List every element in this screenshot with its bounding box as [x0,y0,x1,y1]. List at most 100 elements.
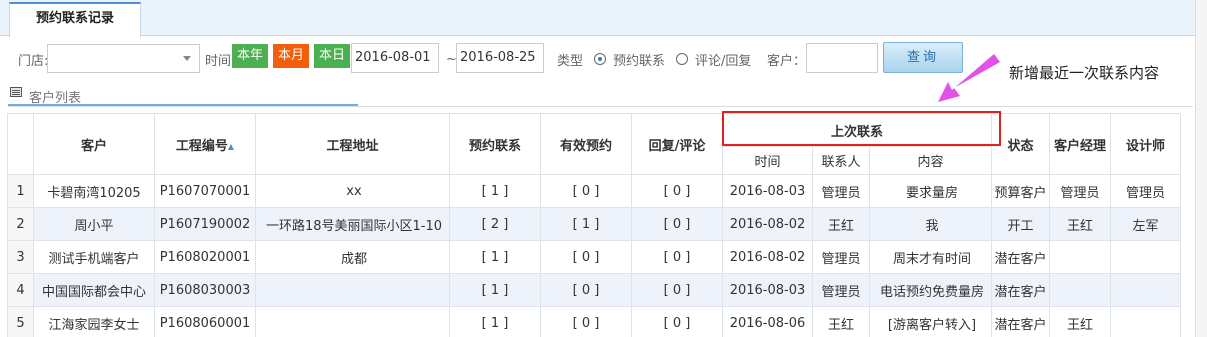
store-select[interactable] [47,44,200,73]
customer-status: 潜在客户 [991,306,1050,337]
customer-link[interactable]: 卡碧南湾10205 [33,174,155,208]
customer-input[interactable] [806,43,878,73]
last-contact-content: 电话预约免费量房 [869,273,992,307]
customer-status: 潜在客户 [991,273,1050,307]
store-label: 门店: [18,54,49,69]
last-contact-time: 2016-08-02 [722,240,813,274]
today-button[interactable]: 本日 [314,44,351,68]
last-contact-time: 2016-08-03 [722,273,813,307]
last-contact-person: 王红 [812,306,870,337]
customer-link[interactable]: 周小平 [33,207,155,241]
table-row[interactable]: 3 测试手机端客户 P1608020001 成都 [ 1 ] [ 0 ] [ 0… [7,240,1181,274]
header-project-no-label: 工程编号 [175,138,228,154]
reply-count-link[interactable]: [ 0 ] [631,273,723,307]
project-no: P1608020001 [154,240,256,274]
radio-reply[interactable] [676,53,688,65]
this-year-button[interactable]: 本年 [232,44,269,68]
reply-count-link[interactable]: [ 0 ] [631,240,723,274]
row-number: 5 [7,306,34,337]
row-number: 4 [7,273,34,307]
project-no: P1607070001 [154,174,256,208]
header-last-person[interactable]: 联系人 [812,146,870,175]
customer-manager: 王红 [1049,207,1111,241]
type-label: 类型 [557,54,584,69]
date-from-input[interactable]: 2016-08-01 [351,43,439,73]
chevron-down-icon[interactable] [183,56,191,61]
this-month-button[interactable]: 本月 [273,44,310,68]
last-contact-person: 管理员 [812,240,870,274]
customer-manager [1049,273,1111,307]
date-to-input[interactable]: 2016-08-25 [456,43,544,73]
tab-bar: 预约联系记录 [0,0,1195,37]
annotation-note: 新增最近一次联系内容 [1009,64,1160,82]
list-icon [10,87,22,97]
header-customer[interactable]: 客户 [33,113,155,175]
radio-booking-label[interactable]: 预约联系 [613,50,665,69]
project-no: P1607190002 [154,207,256,241]
last-contact-content: 我 [869,207,992,241]
last-contact-content: 要求量房 [869,174,992,208]
row-number: 2 [7,207,34,241]
booking-count-link[interactable]: [ 1 ] [449,240,541,274]
reply-count-link[interactable]: [ 0 ] [631,306,723,337]
customer-link[interactable]: 江海家园李女士 [33,306,155,337]
header-designer[interactable]: 设计师 [1110,113,1181,175]
designer: 管理员 [1110,174,1181,208]
booking-count-link[interactable]: [ 1 ] [449,273,541,307]
header-last-content[interactable]: 内容 [869,146,992,175]
customer-status: 预算客户 [991,174,1050,208]
valid-booking-link[interactable]: [ 0 ] [540,174,632,208]
header-valid-booking[interactable]: 有效预约 [540,113,632,175]
project-no: P1608060001 [154,306,256,337]
sort-asc-icon: ▲ [227,141,235,151]
customer-list-caption: 客户列表 [8,86,358,106]
table-row[interactable]: 2 周小平 P1607190002 一环路18号美丽国际小区1-10 [ 2 ]… [7,207,1181,241]
header-booking[interactable]: 预约联系 [449,113,541,175]
valid-booking-link[interactable]: [ 0 ] [540,240,632,274]
reply-count-link[interactable]: [ 0 ] [631,174,723,208]
vertical-scrollbar[interactable] [1195,0,1207,337]
table-row[interactable]: 4 中国国际都会中心 P1608030003 [ 1 ] [ 0 ] [ 0 ]… [7,273,1181,307]
last-contact-person: 管理员 [812,273,870,307]
customer-manager: 管理员 [1049,174,1111,208]
valid-booking-link[interactable]: [ 0 ] [540,306,632,337]
table-row[interactable]: 1 卡碧南湾10205 P1607070001 xx [ 1 ] [ 0 ] [… [7,174,1181,208]
header-reply[interactable]: 回复/评论 [631,113,723,175]
last-contact-time: 2016-08-02 [722,207,813,241]
customer-table: 客户 工程编号▲ 工程地址 预约联系 有效预约 回复/评论 上次联系 状态 客户… [7,113,1181,337]
booking-count-link[interactable]: [ 1 ] [449,306,541,337]
reply-count-link[interactable]: [ 0 ] [631,207,723,241]
last-contact-content: 周末才有时间 [869,240,992,274]
customer-manager: 王红 [1049,306,1111,337]
customer-label: 客户： [767,54,807,69]
valid-booking-link[interactable]: [ 0 ] [540,273,632,307]
customer-manager [1049,240,1111,274]
booking-count-link[interactable]: [ 1 ] [449,174,541,208]
caption-divider [8,106,1193,107]
customer-link[interactable]: 中国国际都会中心 [33,273,155,307]
customer-link[interactable]: 测试手机端客户 [33,240,155,274]
customer-status: 开工 [991,207,1050,241]
valid-booking-link[interactable]: [ 1 ] [540,207,632,241]
header-project-no[interactable]: 工程编号▲ [154,113,256,175]
last-contact-time: 2016-08-03 [722,174,813,208]
customer-list-title: 客户列表 [29,91,82,106]
header-index [7,113,34,175]
header-last-time[interactable]: 时间 [722,146,813,175]
header-address[interactable]: 工程地址 [255,113,450,175]
time-label: 时间 [205,54,232,69]
radio-reply-label[interactable]: 评论/回复 [695,50,751,69]
table-row[interactable]: 5 江海家园李女士 P1608060001 [ 1 ] [ 0 ] [ 0 ] … [7,306,1181,337]
radio-booking[interactable] [594,53,606,65]
project-address [255,306,450,337]
project-address: xx [255,174,450,208]
project-address [255,273,450,307]
last-contact-time: 2016-08-06 [722,306,813,337]
tab-booking-records[interactable]: 预约联系记录 [9,2,141,37]
header-manager[interactable]: 客户经理 [1049,113,1111,175]
designer: 左军 [1110,207,1181,241]
last-contact-content: [游离客户转入] [869,306,992,337]
customer-status: 潜在客户 [991,240,1050,274]
last-contact-person: 王红 [812,207,870,241]
booking-count-link[interactable]: [ 2 ] [449,207,541,241]
